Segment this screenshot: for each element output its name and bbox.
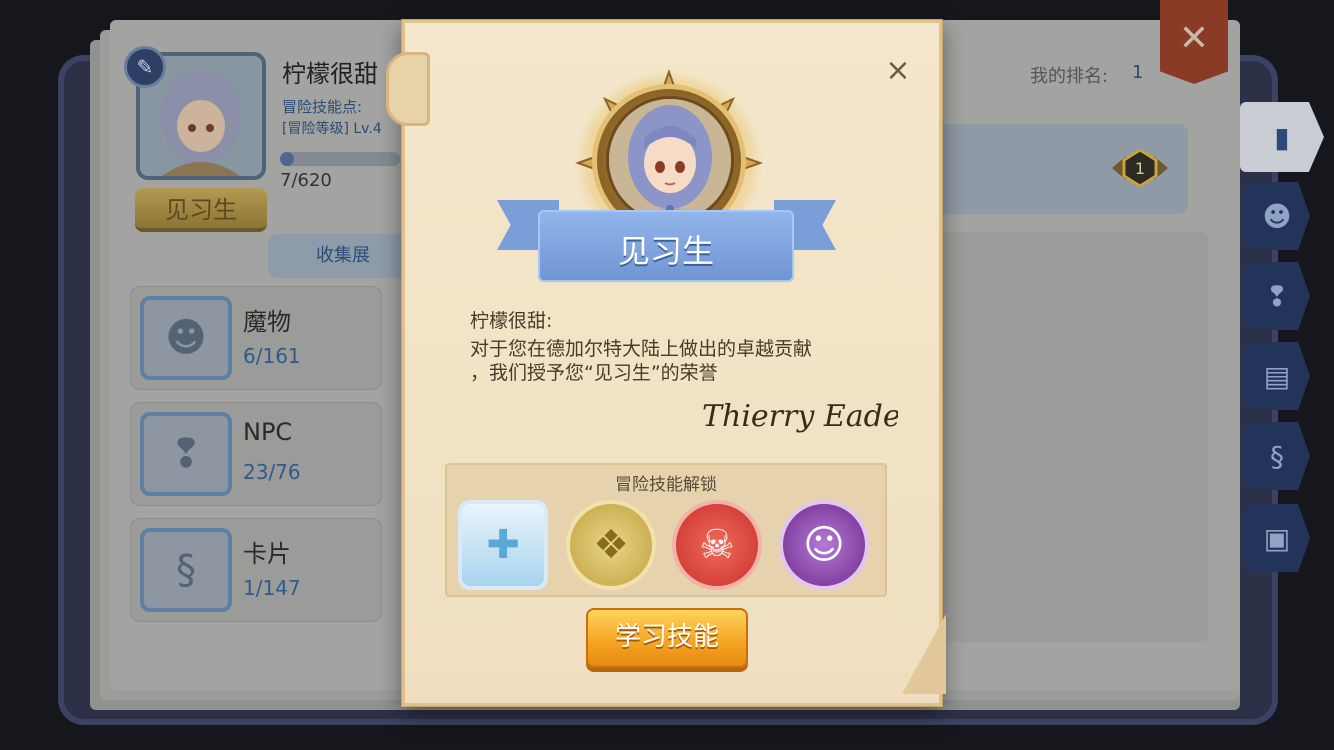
category-card-card[interactable]: § 卡片 1/147 bbox=[130, 518, 382, 622]
side-tab-atlas[interactable]: ▤ bbox=[1244, 342, 1310, 410]
progress-fill bbox=[280, 152, 294, 166]
close-icon[interactable]: ✕ bbox=[1160, 18, 1228, 59]
adventure-level: [冒险等级] Lv.4 bbox=[282, 121, 382, 137]
npc-icon: ❢ bbox=[140, 412, 232, 496]
skull-target-icon[interactable]: ☠ bbox=[672, 500, 762, 590]
svg-text:Thierry Eades: Thierry Eades bbox=[702, 399, 898, 434]
message-line: ，我们授予您“见习生”的荣誉 bbox=[470, 362, 718, 384]
side-tab-npc[interactable]: ❢ bbox=[1244, 262, 1310, 330]
scroll-curl bbox=[386, 52, 430, 126]
category-title: NPC bbox=[243, 418, 293, 446]
message-recipient: 柠檬很甜: bbox=[470, 310, 553, 332]
pin-icon[interactable]: ✎ bbox=[124, 46, 166, 88]
character-portrait-icon bbox=[609, 99, 731, 221]
side-tab-monster[interactable]: ☻ bbox=[1244, 182, 1310, 250]
my-rank-label: 我的排名: bbox=[1030, 66, 1109, 87]
backpack-icon[interactable]: ❖ bbox=[566, 500, 656, 590]
emblem-portrait bbox=[606, 96, 734, 224]
tab-collection[interactable]: 收集展 bbox=[268, 234, 418, 278]
progress-text: 7/620 bbox=[280, 170, 332, 191]
progress-track bbox=[280, 152, 400, 166]
category-card-npc[interactable]: ❢ NPC 23/76 bbox=[130, 402, 382, 506]
side-tab-card[interactable]: § bbox=[1244, 422, 1310, 490]
suitcase-icon: ▣ bbox=[1263, 521, 1291, 555]
rank-title-badge[interactable]: 见习生 bbox=[135, 188, 267, 232]
category-card-monster[interactable]: ☻ 魔物 6/161 bbox=[130, 286, 382, 390]
side-tab-bag[interactable]: ▣ bbox=[1244, 504, 1310, 572]
rank-emblem-icon: 1 bbox=[1112, 148, 1168, 188]
message-line: 对于您在德加尔特大陆上做出的卓越贡献 bbox=[470, 338, 813, 360]
category-count: 6/161 bbox=[243, 344, 301, 368]
rank-list-area bbox=[930, 232, 1208, 642]
category-title: 卡片 bbox=[243, 540, 291, 568]
my-rank-value: 1 bbox=[1132, 62, 1144, 83]
skill-points-label: 冒险技能点: bbox=[282, 98, 363, 116]
player-name: 柠檬很甜 bbox=[282, 60, 378, 88]
card-icon: § bbox=[1270, 439, 1284, 473]
monster-face-icon: ☻ bbox=[1262, 199, 1292, 233]
honor-title: 见习生 bbox=[617, 232, 714, 270]
side-tab-book[interactable]: ▮ bbox=[1240, 102, 1324, 172]
card-icon: § bbox=[140, 528, 232, 612]
rank-badge-number: 1 bbox=[1135, 159, 1145, 178]
monster-icon: ☻ bbox=[140, 296, 232, 380]
signature: Thierry Eades bbox=[702, 399, 898, 434]
open-book-icon: ▤ bbox=[1263, 359, 1291, 393]
category-title: 魔物 bbox=[243, 308, 291, 336]
npc-alert-icon: ❢ bbox=[1265, 279, 1289, 313]
skill-unlock-title: 冒险技能解锁 bbox=[615, 475, 717, 495]
learn-skill-button[interactable]: 学习技能 bbox=[586, 608, 748, 668]
book-icon: ▮ bbox=[1274, 120, 1290, 154]
category-count: 1/147 bbox=[243, 576, 301, 600]
laughing-face-icon[interactable]: ☺ bbox=[779, 500, 869, 590]
category-count: 23/76 bbox=[243, 460, 301, 484]
holy-cross-icon[interactable]: ✚ bbox=[458, 500, 548, 590]
dialog-close-button[interactable]: × bbox=[878, 52, 918, 92]
